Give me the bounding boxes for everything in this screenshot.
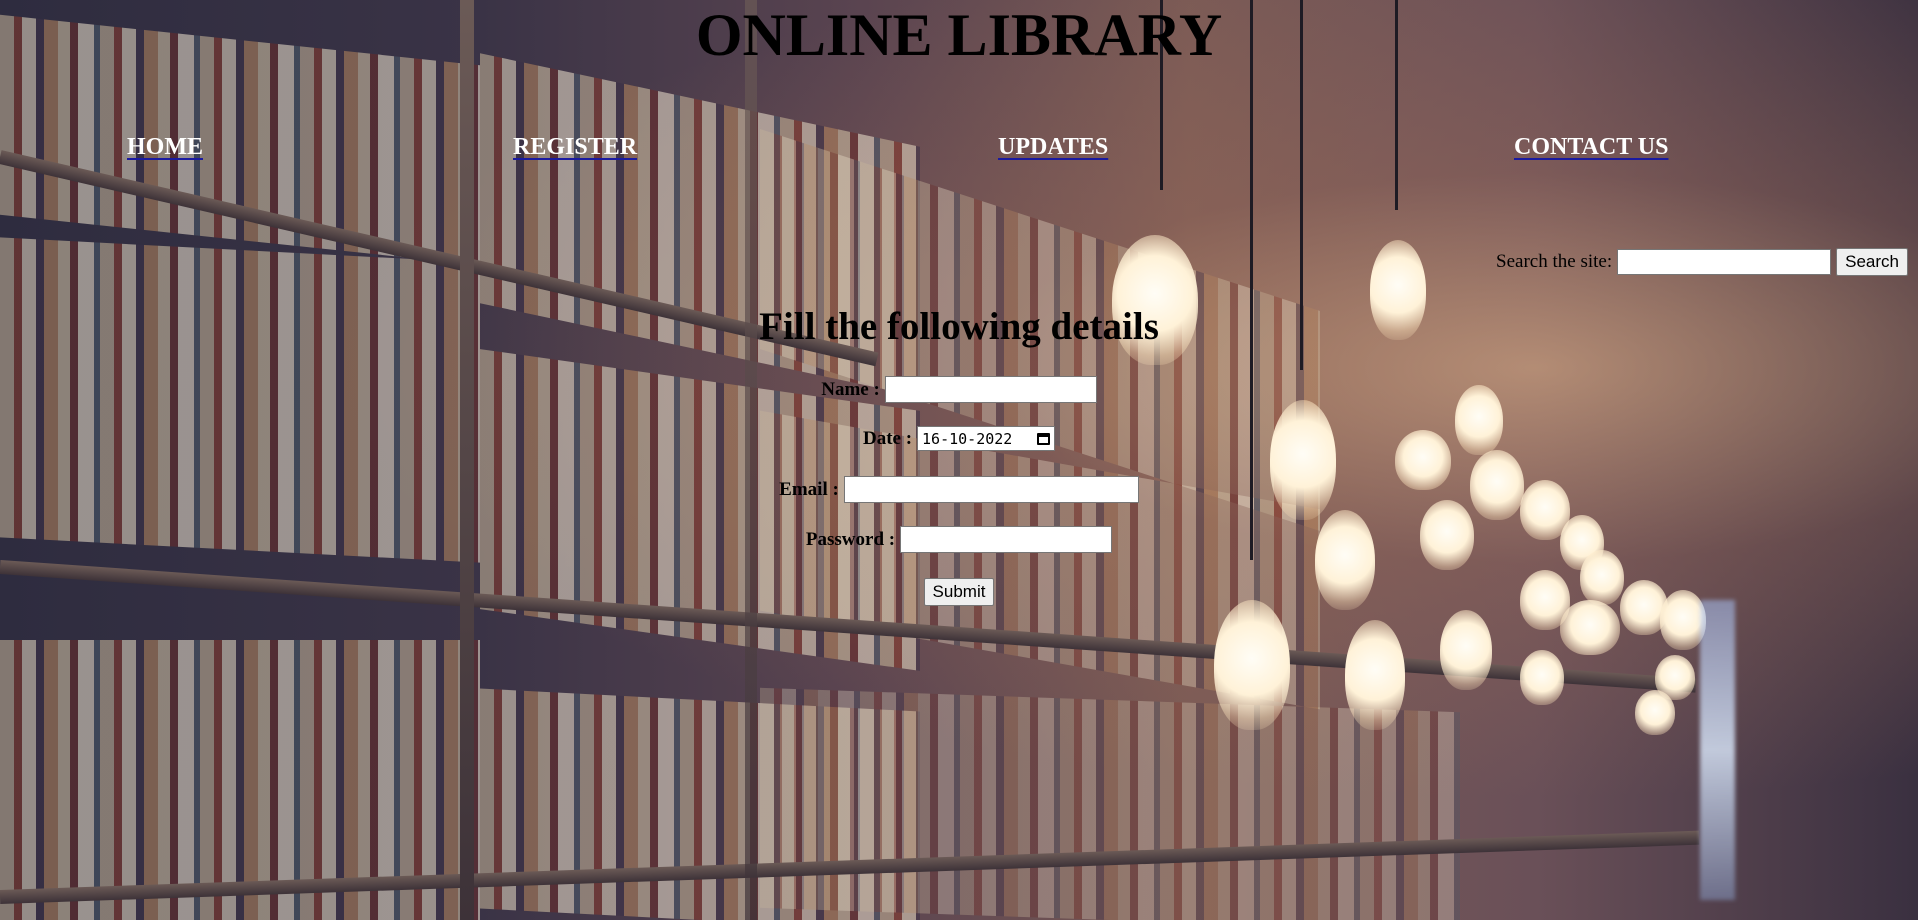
submit-row: Submit bbox=[0, 578, 1918, 606]
submit-button[interactable]: Submit bbox=[923, 578, 995, 606]
main-nav: HOME REGISTER UPDATES CONTACT US bbox=[0, 134, 1918, 166]
search-label: Search the site: bbox=[1496, 251, 1613, 272]
date-input[interactable]: 16-10-2022 bbox=[917, 426, 1056, 451]
site-search: Search the site: Search bbox=[1496, 248, 1908, 276]
email-row: Email : bbox=[0, 476, 1918, 503]
name-input[interactable] bbox=[884, 376, 1097, 403]
nav-register-link[interactable]: REGISTER bbox=[513, 134, 637, 161]
password-input[interactable] bbox=[900, 526, 1113, 553]
nav-home-link[interactable]: HOME bbox=[127, 134, 203, 161]
name-row: Name : bbox=[0, 376, 1918, 403]
nav-contact-link[interactable]: CONTACT US bbox=[1514, 134, 1668, 161]
date-value: 16-10-2022 bbox=[922, 429, 1013, 448]
form-heading: Fill the following details bbox=[759, 305, 1159, 348]
password-row: Password : bbox=[0, 526, 1918, 553]
email-input[interactable] bbox=[843, 476, 1139, 503]
search-button[interactable]: Search bbox=[1836, 248, 1908, 276]
password-label: Password : bbox=[805, 528, 896, 550]
calendar-icon[interactable] bbox=[1037, 432, 1051, 445]
nav-updates-link[interactable]: UPDATES bbox=[998, 134, 1108, 161]
date-row: Date : 16-10-2022 bbox=[0, 426, 1918, 451]
search-input[interactable] bbox=[1617, 249, 1832, 275]
name-label: Name : bbox=[821, 378, 880, 400]
site-title: ONLINE LIBRARY bbox=[695, 2, 1223, 68]
email-label: Email : bbox=[779, 478, 839, 500]
date-label: Date : bbox=[862, 427, 913, 449]
